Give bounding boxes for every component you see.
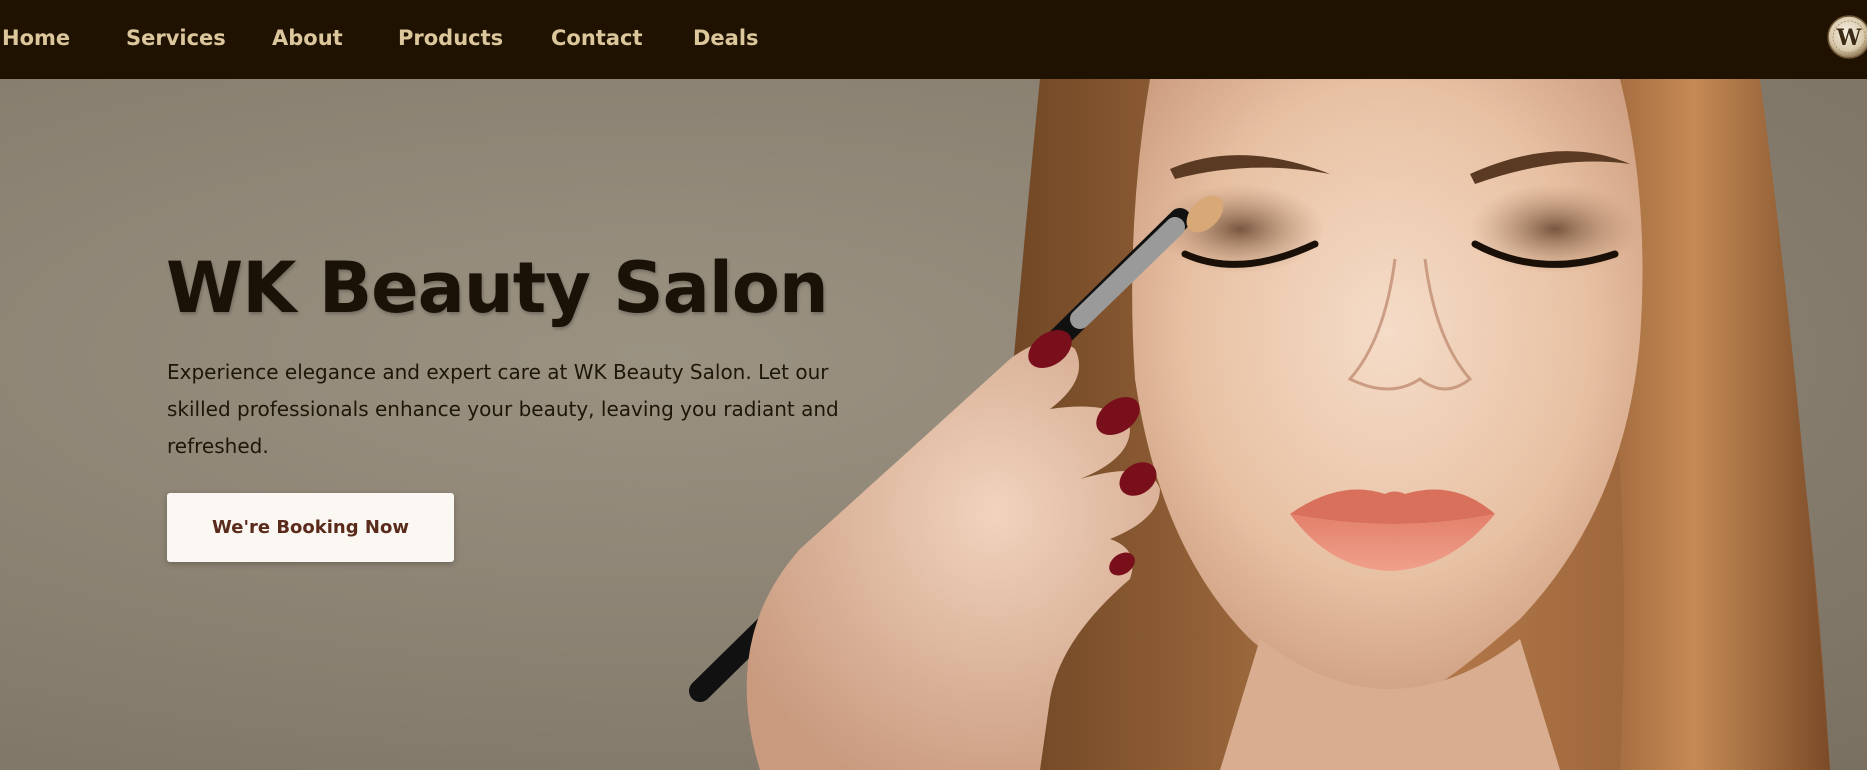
hero-description: Experience elegance and expert care at W… (167, 360, 839, 458)
nav-contact-link[interactable]: Contact (551, 22, 643, 54)
nav-about-link[interactable]: About (272, 22, 343, 54)
logo-monogram: W (1836, 25, 1862, 51)
salon-logo-icon[interactable]: W (1827, 15, 1867, 59)
nav-services-link[interactable]: Services (126, 22, 226, 54)
booking-button[interactable]: We're Booking Now (167, 493, 454, 562)
nav-deals-link[interactable]: Deals (693, 22, 759, 54)
top-navbar: Home Services About Products Contact Dea… (0, 0, 1867, 79)
hero-title: WK Beauty Salon (166, 247, 829, 329)
nav-home-link[interactable]: Home (2, 22, 70, 54)
nav-products-link[interactable]: Products (398, 22, 503, 54)
hero-section: WK Beauty Salon Experience elegance and … (0, 79, 1867, 770)
